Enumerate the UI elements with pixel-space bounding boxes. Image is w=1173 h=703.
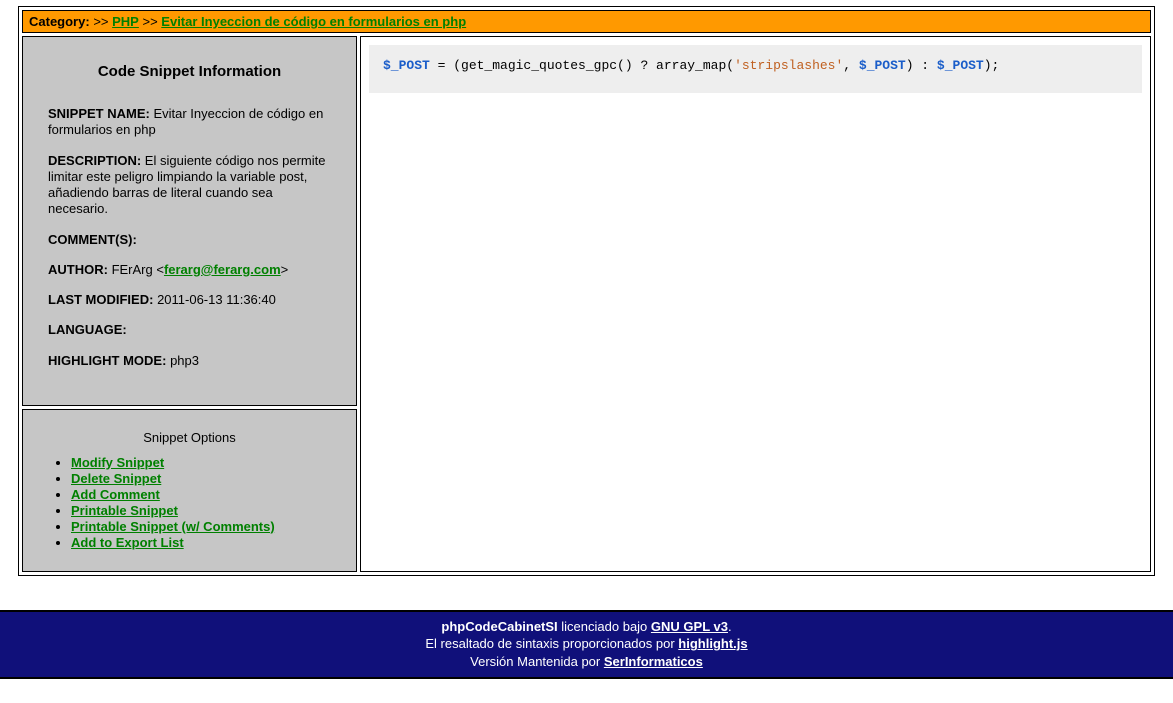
code-block: $_POST = (get_magic_quotes_gpc() ? array…	[369, 45, 1142, 93]
breadcrumb-link-php[interactable]: PHP	[112, 14, 139, 29]
code-text: ,	[843, 58, 859, 73]
footer-maintainer-link[interactable]: SerInformaticos	[604, 654, 703, 669]
list-item: Add Comment	[71, 487, 336, 502]
author-name: FErArg <	[112, 262, 164, 277]
field-highlight-mode: HIGHLIGHT MODE: php3	[48, 353, 331, 369]
printable-snippet-comments-link[interactable]: Printable Snippet (w/ Comments)	[71, 519, 275, 534]
last-modified-value: 2011-06-13 11:36:40	[157, 292, 276, 307]
footer-license-link[interactable]: GNU GPL v3	[651, 619, 728, 634]
code-string: 'stripslashes'	[734, 58, 843, 73]
code-text: );	[984, 58, 1000, 73]
add-export-list-link[interactable]: Add to Export List	[71, 535, 184, 550]
comments-label: COMMENT(S):	[48, 232, 137, 247]
code-var: $_POST	[383, 58, 430, 73]
footer-line-3: Versión Mantenida por SerInformaticos	[0, 653, 1173, 671]
content-row: Code Snippet Information SNIPPET NAME: E…	[22, 36, 1151, 572]
breadcrumb-link-title[interactable]: Evitar Inyeccion de código en formulario…	[161, 14, 466, 29]
delete-snippet-link[interactable]: Delete Snippet	[71, 471, 161, 486]
field-last-modified: LAST MODIFIED: 2011-06-13 11:36:40	[48, 292, 331, 308]
options-list: Modify Snippet Delete Snippet Add Commen…	[43, 455, 336, 550]
footer-line-1: phpCodeCabinetSI licenciado bajo GNU GPL…	[0, 618, 1173, 636]
language-label: LANGUAGE:	[48, 322, 127, 337]
list-item: Modify Snippet	[71, 455, 336, 470]
field-author: AUTHOR: FErArg <ferarg@ferarg.com>	[48, 262, 331, 278]
field-language: LANGUAGE:	[48, 322, 331, 338]
code-text: = (get_magic_quotes_gpc() ? array_map(	[430, 58, 734, 73]
snippet-name-label: SNIPPET NAME:	[48, 106, 150, 121]
list-item: Delete Snippet	[71, 471, 336, 486]
highlight-value: php3	[170, 353, 199, 368]
breadcrumb: Category: >> PHP >> Evitar Inyeccion de …	[22, 10, 1151, 33]
footer-app-name: phpCodeCabinetSI	[441, 619, 557, 634]
list-item: Printable Snippet (w/ Comments)	[71, 519, 336, 534]
page-footer: phpCodeCabinetSI licenciado bajo GNU GPL…	[0, 610, 1173, 680]
left-column: Code Snippet Information SNIPPET NAME: E…	[22, 36, 357, 572]
options-title: Snippet Options	[43, 430, 336, 445]
printable-snippet-link[interactable]: Printable Snippet	[71, 503, 178, 518]
author-label: AUTHOR:	[48, 262, 108, 277]
modify-snippet-link[interactable]: Modify Snippet	[71, 455, 164, 470]
breadcrumb-sep: >>	[142, 14, 157, 29]
footer-text: El resaltado de sintaxis proporcionados …	[425, 636, 678, 651]
code-var: $_POST	[859, 58, 906, 73]
snippet-info-panel: Code Snippet Information SNIPPET NAME: E…	[22, 36, 357, 406]
snippet-info-heading: Code Snippet Information	[48, 63, 331, 80]
list-item: Printable Snippet	[71, 503, 336, 518]
footer-text: .	[728, 619, 732, 634]
breadcrumb-sep: >>	[93, 14, 108, 29]
author-suffix: >	[281, 262, 289, 277]
footer-highlightjs-link[interactable]: highlight.js	[678, 636, 747, 651]
highlight-label: HIGHLIGHT MODE:	[48, 353, 166, 368]
footer-text: licenciado bajo	[558, 619, 651, 634]
author-email-link[interactable]: ferarg@ferarg.com	[164, 262, 281, 277]
code-column: $_POST = (get_magic_quotes_gpc() ? array…	[360, 36, 1151, 572]
code-var: $_POST	[937, 58, 984, 73]
last-modified-label: LAST MODIFIED:	[48, 292, 153, 307]
field-comments: COMMENT(S):	[48, 232, 331, 248]
add-comment-link[interactable]: Add Comment	[71, 487, 160, 502]
footer-text: Versión Mantenida por	[470, 654, 604, 669]
description-label: DESCRIPTION:	[48, 153, 141, 168]
snippet-options-panel: Snippet Options Modify Snippet Delete Sn…	[22, 409, 357, 572]
list-item: Add to Export List	[71, 535, 336, 550]
main-frame: Category: >> PHP >> Evitar Inyeccion de …	[18, 6, 1155, 576]
field-description: DESCRIPTION: El siguiente código nos per…	[48, 153, 331, 218]
footer-line-2: El resaltado de sintaxis proporcionados …	[0, 635, 1173, 653]
code-text: ) :	[906, 58, 937, 73]
breadcrumb-label: Category:	[29, 14, 90, 29]
field-snippet-name: SNIPPET NAME: Evitar Inyeccion de código…	[48, 106, 331, 139]
